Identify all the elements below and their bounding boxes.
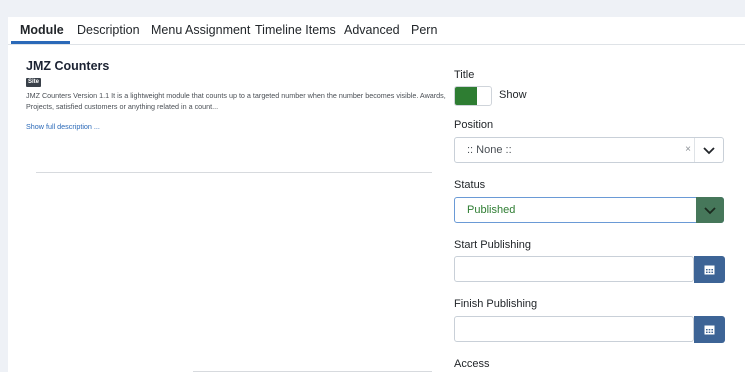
title-label: Title xyxy=(454,69,475,81)
title-show-toggle[interactable] xyxy=(454,86,492,106)
position-value: :: None :: xyxy=(467,144,512,156)
toggle-on-indicator xyxy=(455,87,477,105)
finish-publishing-label: Finish Publishing xyxy=(454,298,538,310)
access-label: Access xyxy=(454,358,490,370)
finish-publishing-calendar-button[interactable] xyxy=(694,316,725,343)
calendar-icon xyxy=(704,325,715,335)
tab-bar: Module Description Menu Assignment Timel… xyxy=(8,17,745,45)
module-title: JMZ Counters xyxy=(26,59,110,73)
status-value: Published xyxy=(467,204,516,216)
show-full-description-link[interactable]: Show full description ... xyxy=(26,122,100,131)
position-label: Position xyxy=(454,119,494,131)
divider xyxy=(36,172,432,173)
active-tab-indicator xyxy=(11,41,70,44)
tab-menu-assignment[interactable]: Menu Assignment xyxy=(151,23,250,37)
chevron-down-icon[interactable] xyxy=(696,197,724,223)
start-publishing-label: Start Publishing xyxy=(454,239,532,251)
clear-icon[interactable]: × xyxy=(685,144,691,155)
module-description: JMZ Counters Version 1.1 It is a lightwe… xyxy=(26,91,446,111)
position-select[interactable]: :: None :: × xyxy=(454,137,724,163)
calendar-icon xyxy=(704,265,715,275)
chevron-down-icon[interactable] xyxy=(695,138,723,162)
title-toggle-label: Show xyxy=(499,89,527,101)
start-publishing-input[interactable] xyxy=(454,256,694,282)
tab-description[interactable]: Description xyxy=(77,23,140,37)
site-badge: Site xyxy=(26,78,42,87)
tab-timeline-items[interactable]: Timeline Items xyxy=(255,23,336,37)
status-select[interactable]: Published xyxy=(454,197,724,223)
finish-publishing-input[interactable] xyxy=(454,316,694,342)
tab-advanced[interactable]: Advanced xyxy=(344,23,400,37)
module-edit-panel: Module Description Menu Assignment Timel… xyxy=(8,17,745,372)
tab-module[interactable]: Module xyxy=(20,23,64,37)
status-label: Status xyxy=(454,179,486,191)
start-publishing-calendar-button[interactable] xyxy=(694,256,725,283)
tab-permissions[interactable]: Pern xyxy=(411,23,437,37)
